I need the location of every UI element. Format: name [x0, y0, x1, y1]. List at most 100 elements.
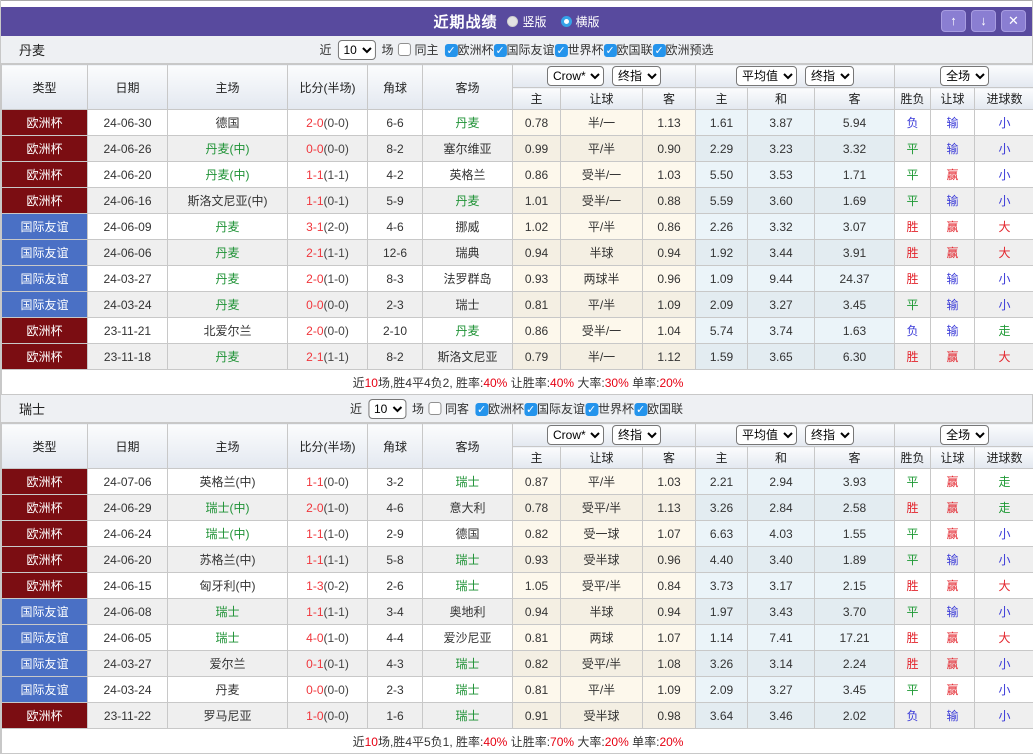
- league-checkbox[interactable]: [524, 403, 537, 416]
- corner-cell: 6-6: [368, 110, 423, 136]
- close-button[interactable]: ✕: [1001, 10, 1026, 32]
- score-cell: 1-3(0-2): [288, 573, 368, 599]
- col-away: 客场: [423, 424, 513, 469]
- odds-away-cell: 1.13: [643, 110, 696, 136]
- match-type-cell: 国际友谊: [2, 240, 88, 266]
- match-row: 欧洲杯24-06-15匈牙利(中)1-3(0-2)2-6瑞士1.05受平/半0.…: [2, 573, 1033, 599]
- fulltime-score: 0-0: [306, 142, 323, 156]
- home-team-cell: 苏格兰(中): [168, 547, 288, 573]
- match-type-cell: 欧洲杯: [2, 188, 88, 214]
- avg-home-cell: 5.74: [696, 318, 748, 344]
- odds-home-cell: 0.78: [513, 495, 561, 521]
- same-venue-checkbox[interactable]: [397, 43, 410, 56]
- league-checkbox[interactable]: [444, 44, 457, 57]
- odds-away-cell: 1.09: [643, 677, 696, 703]
- score-cell: 1-1(0-1): [288, 188, 368, 214]
- view-horizontal-radio[interactable]: 横版: [561, 13, 600, 30]
- avg-draw-cell: 3.43: [748, 599, 815, 625]
- halftime-score: (0-0): [324, 683, 349, 697]
- home-team-cell: 斯洛文尼亚(中): [168, 188, 288, 214]
- match-type-cell: 欧洲杯: [2, 495, 88, 521]
- fulltime-score: 2-0: [306, 272, 323, 286]
- result-goals-cell: 小: [975, 292, 1033, 318]
- league-checkbox[interactable]: [653, 44, 666, 57]
- match-date-cell: 24-03-24: [88, 292, 168, 318]
- summary-stat-label: 单率:: [629, 376, 660, 390]
- match-date-cell: 24-06-05: [88, 625, 168, 651]
- match-row: 欧洲杯24-06-24瑞士(中)1-1(1-0)2-9德国0.82受一球1.07…: [2, 521, 1033, 547]
- league-label: 欧国联: [617, 43, 653, 57]
- view-mode-radio-group: 竖版 横版: [507, 13, 599, 30]
- near-count-select[interactable]: 10: [368, 399, 406, 419]
- home-team-cell: 瑞士: [168, 599, 288, 625]
- col-avg-draw: 和: [748, 447, 815, 469]
- league-checkbox[interactable]: [494, 44, 507, 57]
- scroll-up-button[interactable]: ↑: [941, 10, 966, 32]
- result-goals-cell: 小: [975, 188, 1033, 214]
- halftime-score: (2-0): [324, 220, 349, 234]
- avg-away-cell: 2.58: [815, 495, 895, 521]
- match-type-cell: 国际友谊: [2, 214, 88, 240]
- odds-away-cell: 0.96: [643, 547, 696, 573]
- summary-stat-label: 大率:: [574, 376, 605, 390]
- bookmaker-select[interactable]: Crow*: [547, 425, 604, 445]
- odds-time-select[interactable]: 终指: [612, 425, 661, 445]
- games-label: 场: [381, 41, 393, 58]
- odds-away-cell: 1.04: [643, 318, 696, 344]
- league-checkbox[interactable]: [585, 403, 598, 416]
- result-outcome-cell: 平: [895, 188, 931, 214]
- league-checkbox[interactable]: [604, 44, 617, 57]
- average-select[interactable]: 平均值: [736, 66, 797, 86]
- average-select[interactable]: 平均值: [736, 425, 797, 445]
- near-label: 近: [350, 400, 362, 417]
- match-date-cell: 24-06-24: [88, 521, 168, 547]
- bookmaker-select[interactable]: Crow*: [547, 66, 604, 86]
- match-row: 国际友谊24-03-27爱尔兰0-1(0-1)4-3瑞士0.82受平/半1.08…: [2, 651, 1033, 677]
- match-row: 欧洲杯24-06-29瑞士(中)2-0(1-0)4-6意大利0.78受平/半1.…: [2, 495, 1033, 521]
- league-checkbox[interactable]: [475, 403, 488, 416]
- away-team-cell: 丹麦: [423, 188, 513, 214]
- league-checkbox[interactable]: [555, 44, 568, 57]
- away-team-cell: 意大利: [423, 495, 513, 521]
- odds-away-cell: 1.07: [643, 625, 696, 651]
- average-time-select[interactable]: 终指: [805, 425, 854, 445]
- result-goals-cell: 小: [975, 677, 1033, 703]
- match-date-cell: 24-03-27: [88, 651, 168, 677]
- league-label: 欧洲预选: [666, 43, 714, 57]
- corner-cell: 4-3: [368, 651, 423, 677]
- odds-handicap-cell: 受半/一: [561, 188, 643, 214]
- home-team-cell: 丹麦: [168, 214, 288, 240]
- result-outcome-cell: 胜: [895, 495, 931, 521]
- col-type: 类型: [2, 424, 88, 469]
- view-vertical-radio[interactable]: 竖版: [507, 13, 546, 30]
- avg-draw-cell: 3.32: [748, 214, 815, 240]
- match-date-cell: 24-06-08: [88, 599, 168, 625]
- match-date-cell: 24-06-15: [88, 573, 168, 599]
- away-team-cell: 瑞士: [423, 677, 513, 703]
- odds-home-cell: 0.93: [513, 266, 561, 292]
- odds-away-cell: 1.08: [643, 651, 696, 677]
- league-checkbox[interactable]: [634, 403, 647, 416]
- halftime-score: (0-0): [324, 324, 349, 338]
- corner-cell: 12-6: [368, 240, 423, 266]
- near-count-select[interactable]: 10: [337, 40, 375, 60]
- fulltime-score: 1-0: [306, 709, 323, 723]
- avg-draw-cell: 7.41: [748, 625, 815, 651]
- fullmatch-select[interactable]: 全场: [940, 425, 989, 445]
- fulltime-score: 3-1: [306, 220, 323, 234]
- odds-home-cell: 1.05: [513, 573, 561, 599]
- avg-away-cell: 1.89: [815, 547, 895, 573]
- match-row: 欧洲杯23-11-18丹麦2-1(1-1)8-2斯洛文尼亚0.79半/一1.12…: [2, 344, 1033, 370]
- summary-text: 近10场,胜4平5负1, 胜率:40% 让胜率:70% 大率:20% 单率:20…: [2, 729, 1033, 754]
- result-handicap-cell: 赢: [931, 344, 975, 370]
- same-venue-checkbox[interactable]: [428, 402, 441, 415]
- halftime-score: (1-0): [324, 631, 349, 645]
- fullmatch-select[interactable]: 全场: [940, 66, 989, 86]
- summary-stat-value: 10: [365, 735, 378, 749]
- average-time-select[interactable]: 终指: [805, 66, 854, 86]
- odds-home-cell: 0.99: [513, 136, 561, 162]
- league-label: 世界杯: [568, 43, 604, 57]
- scroll-down-button[interactable]: ↓: [971, 10, 996, 32]
- odds-time-select[interactable]: 终指: [612, 66, 661, 86]
- odds-home-cell: 1.02: [513, 214, 561, 240]
